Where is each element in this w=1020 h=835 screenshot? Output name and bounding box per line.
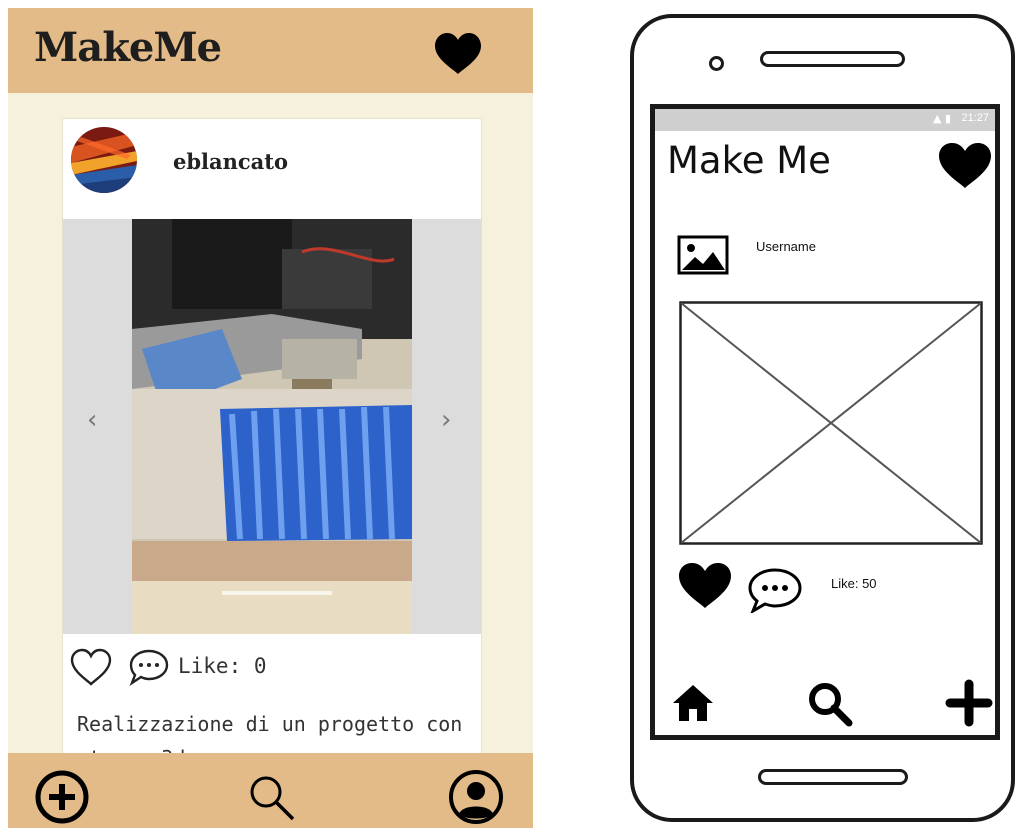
avatar[interactable] — [71, 127, 137, 193]
plus-icon[interactable] — [945, 679, 993, 727]
image-carousel[interactable]: ‹ › — [63, 219, 481, 634]
caption-line: Realizzazione di un progetto con — [77, 712, 463, 736]
home-icon[interactable] — [669, 679, 717, 727]
profile-icon[interactable] — [448, 769, 504, 825]
top-bar: MakeMe — [8, 8, 533, 93]
status-time: 21:27 — [961, 112, 989, 124]
comment-icon[interactable] — [747, 567, 803, 613]
app-title: MakeMe — [34, 24, 222, 71]
heart-icon[interactable] — [937, 141, 993, 191]
camera-icon — [709, 56, 724, 71]
carousel-prev-button[interactable]: ‹ — [87, 407, 97, 433]
like-heart-icon[interactable] — [677, 561, 733, 611]
home-button — [758, 769, 908, 785]
post-username[interactable]: eblancato — [173, 149, 288, 174]
wireframe-screen: ▲ ▮ 21:27 Make Me Username Like: 50 — [650, 104, 1000, 740]
image-placeholder — [679, 301, 983, 545]
like-count: Like: 0 — [178, 654, 267, 678]
search-icon[interactable] — [243, 769, 299, 825]
wireframe-title: Make Me — [667, 139, 831, 182]
plus-circle-icon[interactable] — [34, 769, 90, 825]
carousel-next-button[interactable]: › — [441, 407, 451, 433]
heart-icon[interactable] — [433, 32, 483, 76]
app-screen: MakeMe eblancato ‹ › Like: 0 Realizzazio… — [8, 8, 533, 828]
wireframe-username: Username — [756, 239, 816, 254]
post-photo — [132, 219, 412, 634]
post-card: eblancato ‹ › Like: 0 Realizzazione di u… — [62, 118, 482, 770]
bottom-nav — [8, 753, 533, 828]
speaker-slot — [760, 51, 905, 67]
search-icon[interactable] — [805, 679, 853, 727]
wireframe-like-count: Like: 50 — [831, 576, 877, 591]
status-bar: ▲ ▮ 21:27 — [655, 109, 995, 131]
comment-icon[interactable] — [127, 647, 171, 687]
image-icon — [677, 235, 729, 275]
wireframe-mockup: ▲ ▮ 21:27 Make Me Username Like: 50 — [630, 14, 1020, 834]
signal-icon: ▲ ▮ — [932, 112, 951, 125]
like-heart-icon[interactable] — [69, 647, 113, 687]
